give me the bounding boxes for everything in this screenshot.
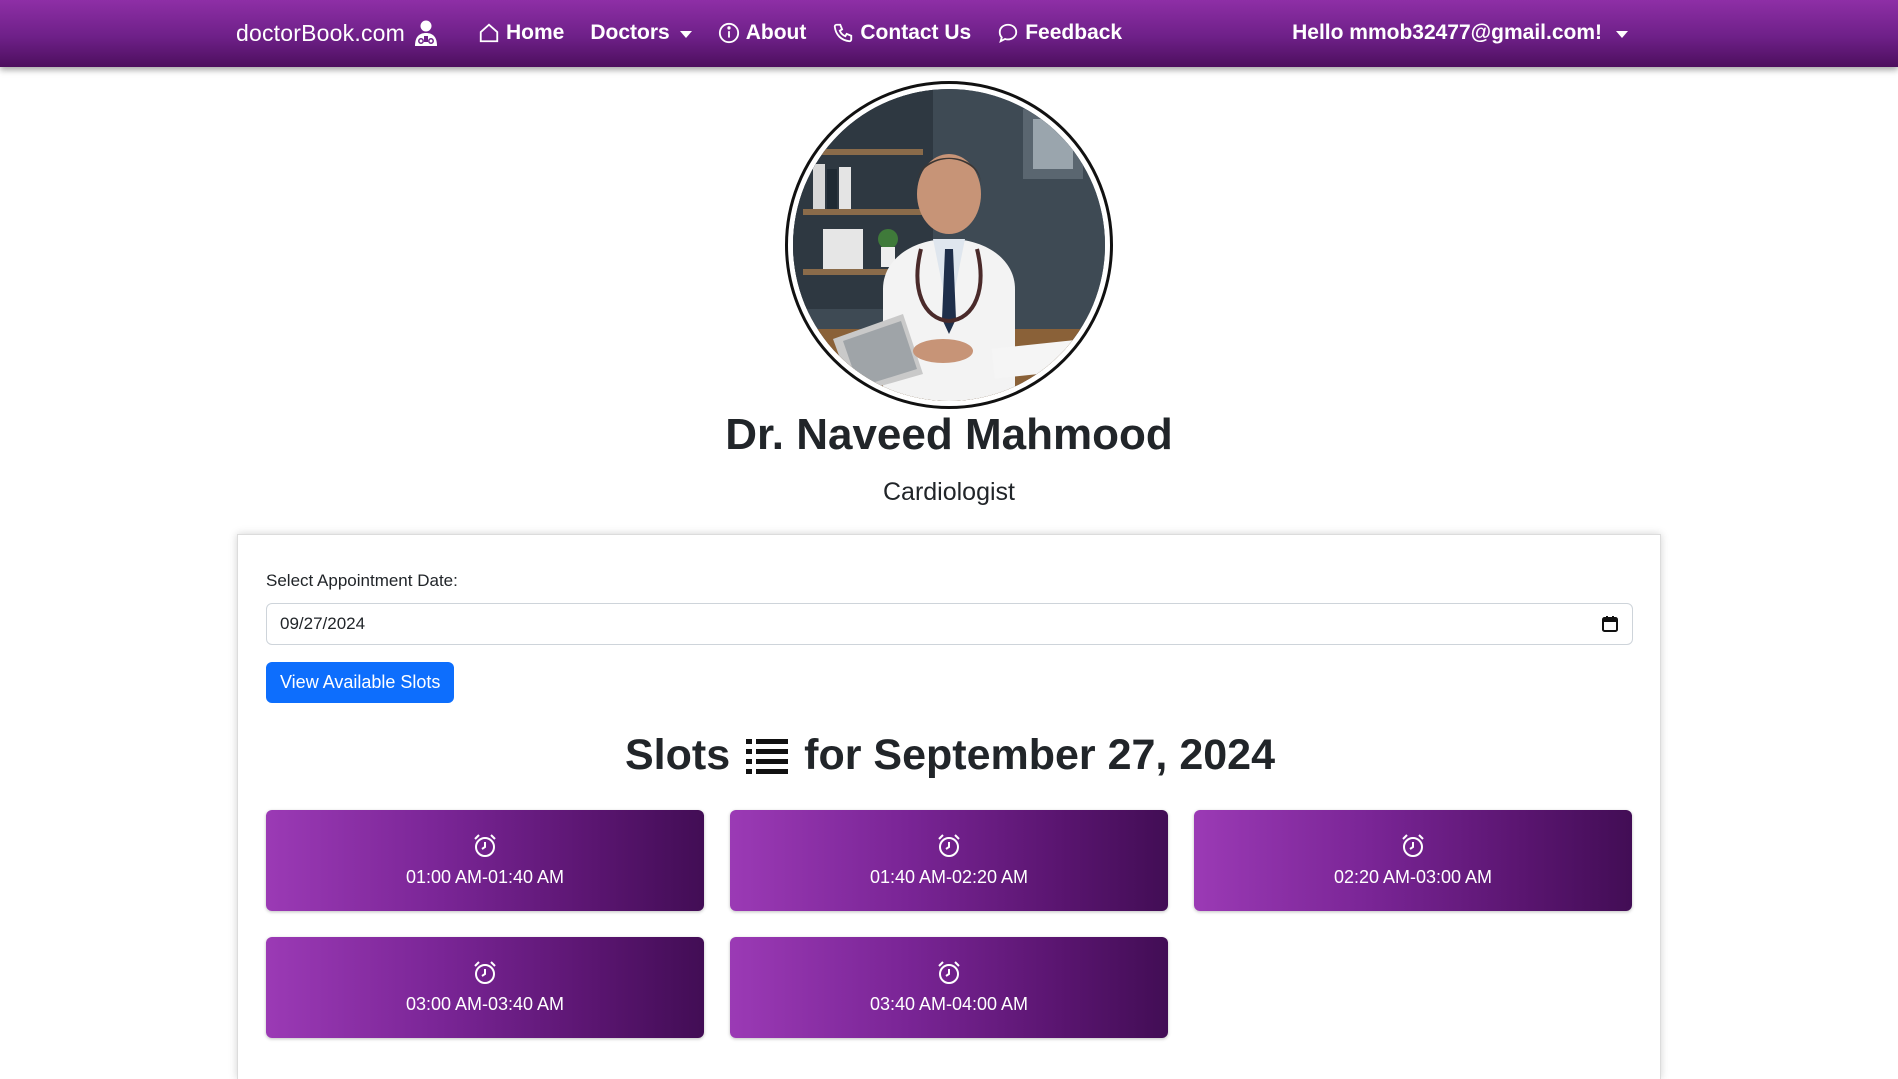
nav-about-label: About <box>745 21 807 44</box>
appointment-card: Select Appointment Date: 09/27/2024 View… <box>237 534 1661 1079</box>
slot-button[interactable]: 03:40 AM-04:00 AM <box>730 937 1168 1038</box>
top-navbar: doctorBook.com Home Doctors About Contac… <box>0 0 1898 67</box>
alarm-clock-icon <box>1402 834 1424 857</box>
date-value: 09/27/2024 <box>280 614 366 633</box>
nav-contact[interactable]: Contact Us <box>832 21 971 45</box>
brand-logo-link[interactable]: doctorBook.com <box>236 16 439 50</box>
doctor-person-icon <box>415 20 437 46</box>
nav-doctors-label: Doctors <box>590 21 670 44</box>
slot-time: 03:00 AM-03:40 AM <box>405 994 565 1014</box>
nav-feedback-label: Feedback <box>1025 21 1123 44</box>
nav-home[interactable]: Home <box>478 21 564 45</box>
nav-feedback[interactable]: Feedback <box>997 21 1122 45</box>
nav-contact-label: Contact Us <box>860 21 972 44</box>
doctor-specialty: Cardiologist <box>882 478 1015 506</box>
view-available-slots-button[interactable]: View Available Slots <box>266 662 455 703</box>
doctor-name: Dr. Naveed Mahmood <box>725 410 1173 459</box>
appointment-date-input[interactable]: 09/27/2024 <box>266 603 1633 645</box>
info-icon <box>718 22 739 44</box>
slots-heading-prefix: Slots <box>625 731 731 779</box>
date-label: Select Appointment Date: <box>266 571 458 590</box>
main-nav: Home Doctors About Contact Us Feedback <box>478 14 1148 52</box>
nav-about[interactable]: About <box>718 21 807 45</box>
doctor-photo-illustration <box>793 89 1105 401</box>
user-greeting: Hello mmob32477@gmail.com! <box>1292 21 1602 44</box>
phone-icon <box>834 23 853 43</box>
alarm-clock-icon <box>474 961 496 984</box>
doctor-avatar-frame <box>785 81 1113 409</box>
nav-home-label: Home <box>506 21 565 44</box>
home-icon <box>479 23 499 43</box>
alarm-clock-icon <box>938 961 960 984</box>
slot-button[interactable]: 01:40 AM-02:20 AM <box>730 810 1168 911</box>
brand-name: doctorBook.com <box>236 19 405 46</box>
alarm-clock-icon <box>938 834 960 857</box>
list-icon <box>746 738 789 774</box>
chevron-down-icon <box>679 30 692 38</box>
calendar-icon[interactable] <box>1601 615 1619 633</box>
chevron-down-icon <box>1616 30 1628 38</box>
slots-heading: Slots for September 27, 2024 <box>238 731 1662 780</box>
slot-time: 03:40 AM-04:00 AM <box>869 994 1029 1014</box>
chat-icon <box>999 23 1018 44</box>
slot-time: 02:20 AM-03:00 AM <box>1333 867 1493 887</box>
alarm-clock-icon <box>474 834 496 857</box>
slot-button[interactable]: 01:00 AM-01:40 AM <box>266 810 704 911</box>
slots-heading-date: for September 27, 2024 <box>804 731 1275 779</box>
slot-button[interactable]: 02:20 AM-03:00 AM <box>1194 810 1632 911</box>
doctor-avatar <box>793 89 1105 401</box>
user-account-dropdown[interactable]: Hello mmob32477@gmail.com! <box>1292 14 1628 52</box>
slot-time: 01:40 AM-02:20 AM <box>869 867 1029 887</box>
slot-time: 01:00 AM-01:40 AM <box>405 867 565 887</box>
slot-button[interactable]: 03:00 AM-03:40 AM <box>266 937 704 1038</box>
nav-doctors-dropdown[interactable]: Doctors <box>590 21 692 45</box>
